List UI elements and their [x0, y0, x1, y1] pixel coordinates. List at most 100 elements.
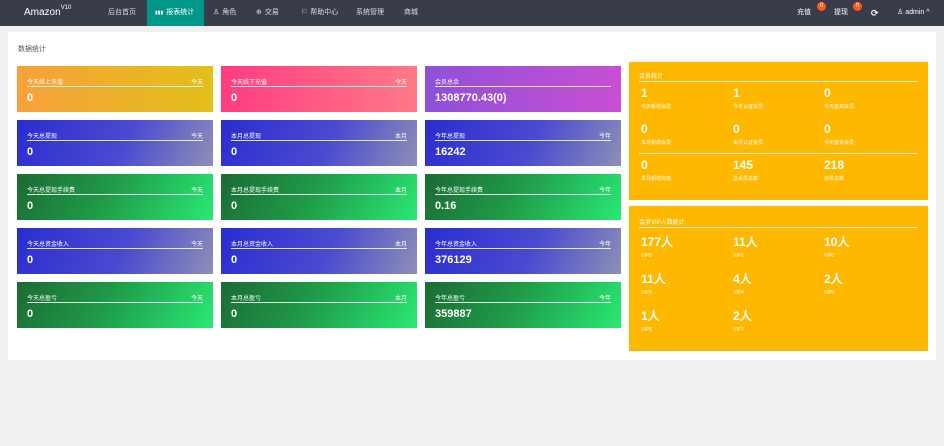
member-stats-panel: 会员统计 1 今天新增会员 1 今天认证会员 0 今天首充会员 0 本月新增会员 0 本月…: [629, 62, 928, 200]
card-divider: [435, 194, 611, 195]
stat-item: 0 今天首充会员: [824, 86, 855, 110]
chevron-up-icon: ^: [926, 9, 930, 16]
member-stats-title: 会员统计: [639, 74, 664, 80]
recharge-badge: 0: [817, 2, 826, 11]
flag-icon: ⚐: [301, 9, 308, 16]
card-title: 今天总提现手续费: [27, 188, 76, 194]
card-title: 今年总提现: [435, 134, 466, 140]
card-divider: [231, 248, 407, 249]
user-icon: ♙: [213, 9, 220, 16]
card-title: 今年总盈亏: [435, 296, 466, 302]
card-today-income: 今天总资金收入 今天 0: [17, 228, 213, 274]
stat-item: 11人 VIP1: [733, 235, 758, 259]
card-value: 0: [27, 254, 34, 266]
nav-home[interactable]: 后台首页: [104, 0, 140, 26]
card-title: 本月总盈亏: [231, 296, 262, 302]
nav-system[interactable]: 系统管理: [352, 0, 388, 26]
card-title: 今天线下充值: [231, 80, 268, 86]
card-value: 0: [27, 308, 34, 320]
stat-item: 1 今天新增会员: [641, 86, 672, 110]
vip-stats-divider: [639, 227, 918, 228]
card-value: 0: [27, 92, 34, 104]
card-tag: 今年: [598, 188, 611, 194]
card-value: 16242: [435, 146, 466, 158]
card-member-balance: 会员总余 1308770.43(0): [425, 66, 621, 112]
card-divider: [231, 140, 407, 141]
card-divider: [27, 140, 203, 141]
member-stats-divider: [639, 153, 918, 154]
card-value: 1308770.43(0): [435, 92, 507, 104]
recharge-link[interactable]: 充值: [797, 0, 811, 26]
card-value: 359887: [435, 308, 472, 320]
card-year-income: 今年总资金收入 今年 376129: [425, 228, 621, 274]
card-today-online-recharge: 今天线上充值 今天 0: [17, 66, 213, 112]
nav-help[interactable]: ⚐ 帮助中心: [297, 0, 342, 26]
card-value: 0: [231, 254, 238, 266]
card-title: 今年总提现手续费: [435, 188, 484, 194]
card-tag: 今天: [394, 80, 407, 86]
card-tag: 今天: [190, 296, 203, 302]
stat-item: 2人 VIP7: [733, 309, 752, 333]
card-month-profit: 本月总盈亏 本月 0: [221, 282, 417, 328]
stat-item: 4人 VIP4: [733, 272, 752, 296]
card-divider: [231, 86, 407, 87]
member-stats-divider: [639, 81, 918, 82]
card-title: 今年总资金收入: [435, 242, 478, 248]
card-title: 会员总余: [435, 80, 460, 86]
stat-item: 1 今天认证会员: [733, 86, 764, 110]
refresh-icon[interactable]: ⟳: [871, 0, 879, 26]
card-divider: [435, 248, 611, 249]
card-title: 今天总提现: [27, 134, 58, 140]
card-today-withdraw: 今天总提现 今天 0: [17, 120, 213, 166]
card-title: 本月总提现手续费: [231, 188, 280, 194]
stat-item: 2人 VIP5: [824, 272, 843, 296]
withdraw-link[interactable]: 提现: [834, 0, 848, 26]
stat-item: 0 本月认证会员: [733, 122, 764, 146]
card-title: 本月总资金收入: [231, 242, 274, 248]
nav-trade[interactable]: ⊕ 交易: [252, 0, 283, 26]
nav-report[interactable]: ▮▮▮ 报表统计: [147, 0, 204, 26]
withdraw-badge: 0: [853, 2, 862, 11]
card-tag: 本月: [394, 296, 407, 302]
page-title: 数据统计: [18, 46, 46, 53]
user-icon: ♙: [897, 9, 904, 16]
card-tag: 今天: [190, 80, 203, 86]
stat-item: 0 今天首充会员: [824, 122, 855, 146]
card-value: 0.16: [435, 200, 457, 212]
card-divider: [435, 86, 611, 87]
card-tag: 本月: [394, 188, 407, 194]
card-title: 今天总盈亏: [27, 296, 58, 302]
card-tag: 今天: [190, 242, 203, 248]
card-title: 今天总资金收入: [27, 242, 70, 248]
top-navbar: AmazonV10 后台首页 ▮▮▮ 报表统计 ♙ 角色 ⊕ 交易 ⚐ 帮助中心 系统管…: [0, 0, 944, 26]
app-logo[interactable]: AmazonV10: [24, 5, 71, 18]
card-tag: 今天: [190, 188, 203, 194]
card-divider: [27, 194, 203, 195]
card-year-profit: 今年总盈亏 今年 359887: [425, 282, 621, 328]
stat-item: 11人 VIP3: [641, 272, 666, 296]
card-divider: [27, 248, 203, 249]
stat-item: 10人 VIP2: [824, 235, 850, 259]
card-value: 0: [27, 146, 34, 158]
stat-item: 0 本月新增充值: [641, 158, 672, 182]
nav-mall[interactable]: 商城: [400, 0, 422, 26]
vip-stats-title: 会员VIP人数统计: [639, 220, 685, 226]
globe-icon: ⊕: [256, 9, 262, 16]
card-value: 0: [231, 92, 238, 104]
card-tag: 今天: [190, 134, 203, 140]
card-divider: [231, 302, 407, 303]
stat-item: 145 总会员总数: [733, 158, 759, 182]
card-divider: [435, 302, 611, 303]
stat-item: 0 本月新增会员: [641, 122, 672, 146]
card-today-withdraw-fee: 今天总提现手续费 今天 0: [17, 174, 213, 220]
stat-item: 177人 VIP0: [641, 235, 674, 259]
card-divider: [27, 302, 203, 303]
nav-role[interactable]: ♙ 角色: [209, 0, 240, 26]
card-tag: 本月: [394, 134, 407, 140]
card-value: 376129: [435, 254, 472, 266]
card-tag: 今年: [598, 242, 611, 248]
user-menu[interactable]: ♙ admin ^: [897, 0, 930, 26]
card-value: 0: [231, 200, 238, 212]
card-value: 0: [231, 146, 238, 158]
card-title: 本月总提现: [231, 134, 262, 140]
